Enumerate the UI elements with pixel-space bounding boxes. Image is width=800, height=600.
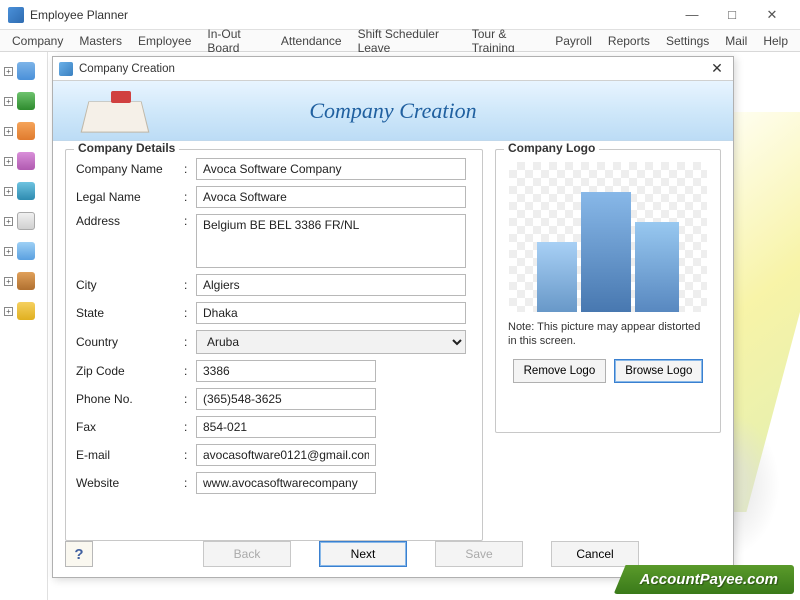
calendar-icon[interactable] <box>17 212 35 230</box>
plane-icon[interactable] <box>17 242 35 260</box>
menu-employee[interactable]: Employee <box>130 32 199 50</box>
building-icon <box>581 192 631 312</box>
wallet-icon[interactable] <box>17 272 35 290</box>
logo-preview <box>509 162 707 312</box>
masters-icon[interactable] <box>17 92 35 110</box>
city-input[interactable] <box>196 274 466 296</box>
country-select[interactable]: Aruba <box>196 330 466 354</box>
cancel-button[interactable]: Cancel <box>551 541 639 567</box>
country-label: Country <box>76 335 184 349</box>
legal-name-input[interactable] <box>196 186 466 208</box>
menu-help[interactable]: Help <box>755 32 796 50</box>
tree-expand-icon[interactable]: + <box>4 187 13 196</box>
save-button[interactable]: Save <box>435 541 523 567</box>
help-button[interactable]: ? <box>65 541 93 567</box>
fax-input[interactable] <box>196 416 376 438</box>
minimize-button[interactable]: — <box>672 1 712 29</box>
tree-expand-icon[interactable]: + <box>4 307 13 316</box>
tree-expand-icon[interactable]: + <box>4 277 13 286</box>
company-name-input[interactable] <box>196 158 466 180</box>
dialog-banner: Company Creation <box>53 81 733 141</box>
company-details-fieldset: Company Details Company Name: Legal Name… <box>65 149 483 541</box>
close-button[interactable]: ✕ <box>752 1 792 29</box>
logo-legend: Company Logo <box>504 141 599 155</box>
website-label: Website <box>76 476 184 490</box>
remove-logo-button[interactable]: Remove Logo <box>513 359 607 383</box>
brand-badge: AccountPayee.com <box>614 565 794 594</box>
zip-input[interactable] <box>196 360 376 382</box>
email-label: E-mail <box>76 448 184 462</box>
email-input[interactable] <box>196 444 376 466</box>
menu-payroll[interactable]: Payroll <box>547 32 600 50</box>
state-label: State <box>76 306 184 320</box>
menu-settings[interactable]: Settings <box>658 32 717 50</box>
menu-mail[interactable]: Mail <box>717 32 755 50</box>
app-icon <box>8 7 24 23</box>
next-button[interactable]: Next <box>319 541 407 567</box>
employee-icon[interactable] <box>17 122 35 140</box>
tree-expand-icon[interactable]: + <box>4 157 13 166</box>
state-input[interactable] <box>196 302 466 324</box>
building-icon <box>537 242 577 312</box>
address-label: Address <box>76 214 184 228</box>
company-icon[interactable] <box>17 62 35 80</box>
phone-label: Phone No. <box>76 392 184 406</box>
maximize-button[interactable]: □ <box>712 1 752 29</box>
tree-expand-icon[interactable]: + <box>4 217 13 226</box>
back-button[interactable]: Back <box>203 541 291 567</box>
address-input[interactable]: Belgium BE BEL 3386 FR/NL <box>196 214 466 268</box>
phone-input[interactable] <box>196 388 376 410</box>
browse-logo-button[interactable]: Browse Logo <box>614 359 703 383</box>
zip-label: Zip Code <box>76 364 184 378</box>
tree-expand-icon[interactable]: + <box>4 67 13 76</box>
tree-expand-icon[interactable]: + <box>4 97 13 106</box>
menu-reports[interactable]: Reports <box>600 32 658 50</box>
tree-expand-icon[interactable]: + <box>4 127 13 136</box>
dialog-close-button[interactable]: ✕ <box>707 60 727 78</box>
tree-expand-icon[interactable]: + <box>4 247 13 256</box>
building-icon <box>635 222 679 312</box>
company-logo-fieldset: Company Logo Note: This picture may appe… <box>495 149 721 433</box>
menubar: Company Masters Employee In-Out Board At… <box>0 30 800 52</box>
details-legend: Company Details <box>74 141 179 155</box>
dialog-title: Company Creation <box>79 63 707 75</box>
coin-icon[interactable] <box>17 302 35 320</box>
planner-book-icon <box>71 87 161 137</box>
clipboard-icon[interactable] <box>17 152 35 170</box>
menu-masters[interactable]: Masters <box>71 32 130 50</box>
clock-icon[interactable] <box>17 182 35 200</box>
logo-note: Note: This picture may appear distorted … <box>508 320 708 349</box>
city-label: City <box>76 278 184 292</box>
company-creation-dialog: Company Creation ✕ Company Creation Comp… <box>52 56 734 578</box>
fax-label: Fax <box>76 420 184 434</box>
company-name-label: Company Name <box>76 162 184 176</box>
website-input[interactable] <box>196 472 376 494</box>
legal-name-label: Legal Name <box>76 190 184 204</box>
sidebar-tree: + + + + + + + + + <box>0 52 48 600</box>
dialog-footer: ? Back Next Save Cancel <box>65 541 721 567</box>
menu-company[interactable]: Company <box>4 32 71 50</box>
workspace: + + + + + + + + + Company Creation ✕ Com… <box>0 52 800 600</box>
window-title: Employee Planner <box>30 8 672 22</box>
menu-attendance[interactable]: Attendance <box>273 32 350 50</box>
dialog-icon <box>59 62 73 76</box>
dialog-titlebar: Company Creation ✕ <box>53 57 733 81</box>
